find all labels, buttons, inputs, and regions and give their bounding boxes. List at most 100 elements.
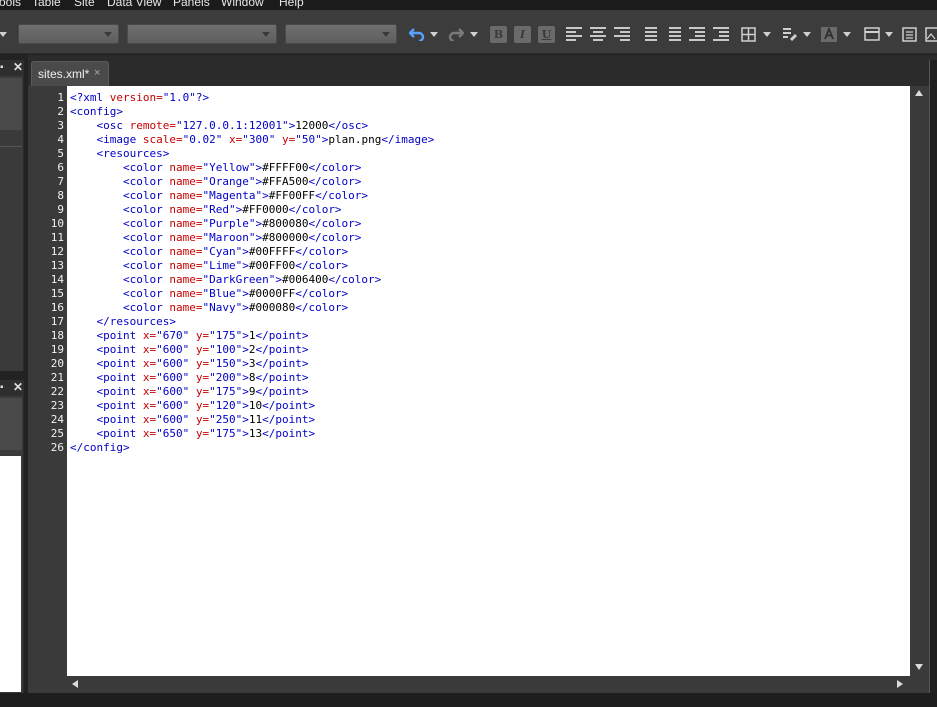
code-line: <point x="600" y="250">11</point> — [70, 413, 316, 427]
code-line: <color name="Purple">#800080</color> — [70, 217, 361, 231]
code-token: </point> — [262, 413, 316, 426]
chevron-down-icon[interactable] — [803, 32, 811, 37]
vertical-scrollbar[interactable] — [910, 86, 929, 676]
menu-window[interactable]: Window — [221, 0, 264, 9]
code-token: > — [242, 245, 249, 258]
bullet-list-button[interactable] — [665, 27, 681, 41]
menu-site[interactable]: Site — [74, 0, 95, 9]
code-token: > — [242, 413, 249, 426]
font-color-button[interactable] — [820, 24, 838, 44]
italic-button[interactable]: I — [514, 26, 531, 43]
code-token: > — [242, 427, 249, 440]
code-token: <color — [122, 189, 170, 202]
code-line: <point x="650" y="175">13</point> — [70, 427, 316, 441]
align-center-button[interactable] — [590, 27, 606, 41]
line-number: 22 — [50, 385, 64, 398]
layout-button[interactable] — [862, 24, 882, 44]
pin-icon[interactable]: ▪ — [0, 382, 4, 393]
code-token: </point> — [255, 371, 309, 384]
chevron-down-icon[interactable] — [430, 32, 438, 37]
code-token: </color> — [295, 245, 349, 258]
code-view-button[interactable] — [900, 24, 918, 44]
menu-panels[interactable]: Panels — [173, 0, 210, 9]
code-token: x= — [142, 385, 157, 398]
pin-icon[interactable]: ▪ — [0, 62, 4, 73]
style-select[interactable] — [18, 24, 119, 44]
bold-button[interactable]: B — [490, 26, 507, 43]
horizontal-scrollbar[interactable] — [67, 676, 910, 693]
chevron-down-icon[interactable] — [843, 32, 851, 37]
code-token: x= — [142, 427, 157, 440]
code-token: name= — [169, 217, 203, 230]
code-token: "Orange" — [202, 175, 256, 188]
code-line: <point x="600" y="120">10</point> — [70, 399, 316, 413]
code-token: "DarkGreen" — [202, 273, 276, 286]
menu-data-view[interactable]: Data View — [107, 0, 161, 9]
code-token: #0000FF — [248, 287, 296, 300]
code-token: "150" — [209, 357, 243, 370]
code-token: > — [242, 357, 249, 370]
line-number: 14 — [50, 273, 64, 286]
align-right-button[interactable] — [614, 27, 630, 41]
right-panel-edge — [929, 60, 937, 693]
align-left-button[interactable] — [566, 27, 582, 41]
menu-tools[interactable]: ools — [0, 0, 21, 9]
indent-button[interactable] — [713, 27, 729, 41]
redo-button[interactable] — [446, 24, 466, 44]
chevron-down-icon[interactable] — [885, 32, 893, 37]
underline-button[interactable]: U — [538, 26, 555, 43]
code-token: </color> — [315, 189, 369, 202]
code-text-area[interactable]: <?xml version="1.0"?> <config> <osc remot… — [67, 86, 910, 676]
code-token: name= — [169, 301, 203, 314]
code-token: "Purple" — [202, 217, 256, 230]
scroll-right-icon[interactable] — [897, 680, 903, 688]
image-button[interactable] — [925, 24, 937, 44]
redo-icon — [448, 28, 464, 41]
undo-button[interactable] — [407, 24, 427, 44]
code-line: <color name="Maroon">#800000</color> — [70, 231, 361, 245]
font-select[interactable] — [127, 24, 277, 44]
code-token: <point — [96, 357, 143, 370]
image-icon — [925, 26, 937, 42]
outdent-button[interactable] — [689, 27, 705, 41]
code-token: > — [262, 189, 269, 202]
close-icon[interactable]: ✕ — [13, 60, 23, 74]
line-number: 12 — [50, 245, 64, 258]
code-token: #006400 — [281, 273, 329, 286]
code-token: </point> — [262, 399, 316, 412]
code-token: "300" — [242, 133, 276, 146]
panel-list[interactable] — [0, 456, 21, 692]
scroll-left-icon[interactable] — [72, 680, 78, 688]
code-token: "Yellow" — [202, 161, 256, 174]
tab-sites-xml[interactable]: sites.xml* × — [31, 61, 109, 86]
scroll-up-icon[interactable] — [915, 90, 923, 96]
menu-help[interactable]: Help — [279, 0, 304, 9]
table-button[interactable] — [739, 24, 757, 44]
code-token: #000080 — [248, 301, 296, 314]
code-token: name= — [169, 231, 203, 244]
menu-table[interactable]: Table — [32, 0, 61, 9]
highlight-button[interactable] — [779, 24, 799, 44]
code-token: <color — [122, 259, 170, 272]
close-icon[interactable]: ✕ — [13, 380, 23, 394]
chevron-down-icon[interactable] — [0, 32, 7, 37]
code-token: <color — [122, 161, 170, 174]
code-token: </color> — [308, 175, 362, 188]
code-token: </osc> — [328, 119, 369, 132]
code-token: <resources> — [96, 147, 170, 160]
close-icon[interactable]: × — [94, 67, 100, 79]
code-token: "600" — [156, 343, 190, 356]
chevron-down-icon[interactable] — [763, 32, 771, 37]
size-select[interactable] — [285, 24, 397, 44]
chevron-down-icon[interactable] — [470, 32, 478, 37]
code-token: "120" — [209, 399, 243, 412]
numbered-list-button[interactable] — [641, 27, 657, 41]
code-token: "100" — [209, 343, 243, 356]
scroll-down-icon[interactable] — [915, 664, 923, 670]
code-token: x= — [142, 357, 157, 370]
